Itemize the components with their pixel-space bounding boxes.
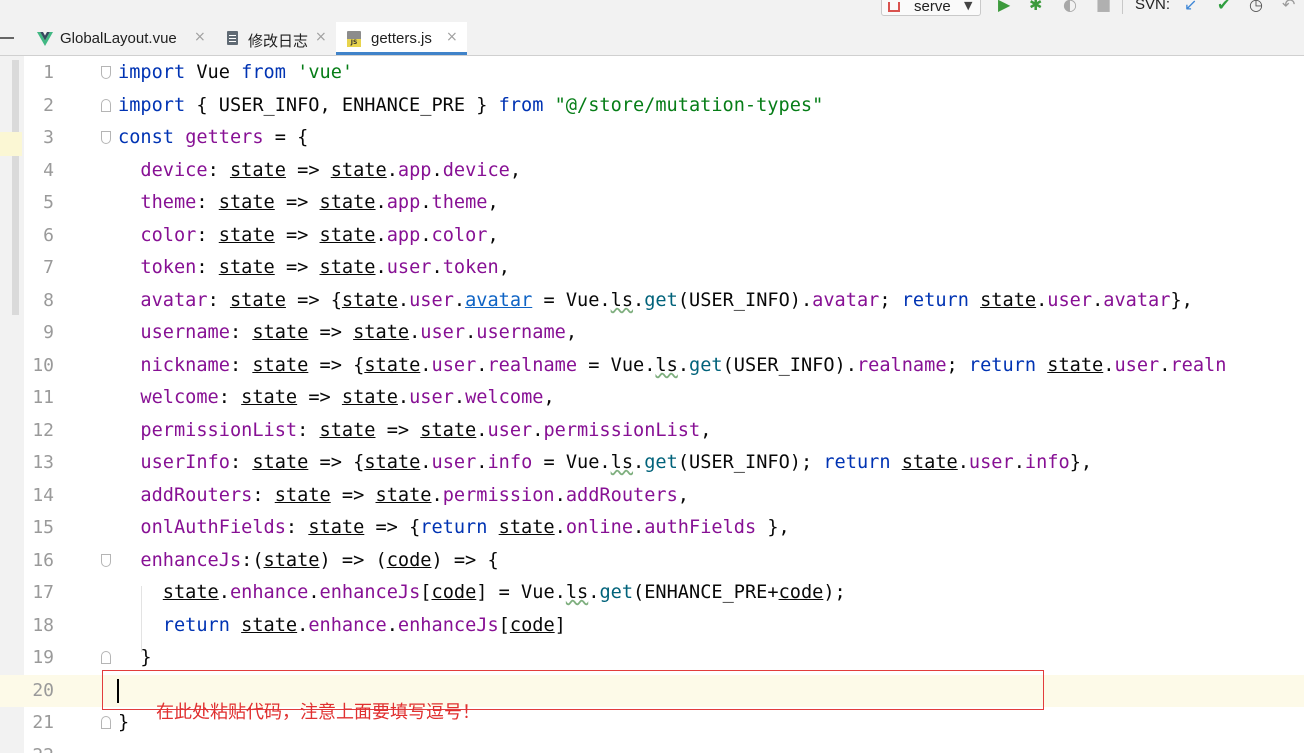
fold-marker-icon[interactable] [101, 554, 111, 567]
code-text: color: state => state.app.color, [140, 225, 499, 246]
run-configuration-label: serve [914, 0, 951, 15]
code-line[interactable]: 6 color: state => state.app.color, [0, 220, 1304, 252]
line-number: 10 [32, 355, 54, 376]
tab-label: getters.js [371, 30, 432, 47]
code-text: return state.enhance.enhanceJs[code] [162, 615, 566, 636]
revert-icon[interactable]: ↶ [1282, 0, 1295, 13]
code-line[interactable]: 4 device: state => state.app.device, [0, 155, 1304, 187]
run-configuration-dropdown[interactable]: serve ▼ [881, 0, 981, 16]
svn-update-icon[interactable]: ↙ [1184, 0, 1197, 13]
code-text: import { USER_INFO, ENHANCE_PRE } from "… [118, 95, 824, 116]
line-number: 5 [43, 192, 54, 213]
code-text: onlAuthFields: state => {return state.on… [140, 517, 790, 538]
code-line[interactable]: 1 import Vue from 'vue' [0, 57, 1304, 89]
code-text: token: state => state.user.token, [140, 257, 510, 278]
fold-marker-icon[interactable] [101, 99, 111, 112]
close-tab-icon[interactable]: × [446, 29, 458, 45]
line-number: 7 [43, 257, 54, 278]
line-number: 14 [32, 485, 54, 506]
main-toolbar: serve ▼ ▶ ✱ ◐ ■ SVN: ↙ ✔ ◷ ↶ [0, 0, 1304, 22]
line-number: 19 [32, 647, 54, 668]
toolbar-separator [1122, 0, 1123, 14]
vue-file-icon [37, 32, 53, 46]
editor-tab-bar: GlobalLayout.vue × 修改日志 × JS getters.js … [0, 22, 1304, 56]
annotation-text: 在此处粘贴代码，注意上面要填写逗号！ [156, 702, 480, 723]
fold-marker-icon[interactable] [101, 66, 111, 79]
coverage-icon[interactable]: ◐ [1063, 0, 1077, 13]
fold-marker-icon[interactable] [101, 651, 111, 664]
code-line[interactable]: 13 userInfo: state => {state.user.info =… [0, 447, 1304, 479]
line-number: 3 [43, 127, 54, 148]
code-text: theme: state => state.app.theme, [140, 192, 499, 213]
code-text: } [118, 712, 130, 733]
code-text: userInfo: state => {state.user.info = Vu… [140, 452, 1093, 473]
code-text: permissionList: state => state.user.perm… [140, 420, 712, 441]
code-line[interactable]: 10 nickname: state => {state.user.realna… [0, 350, 1304, 382]
collapse-marker [0, 37, 14, 39]
line-number: 2 [43, 95, 54, 116]
text-file-icon [227, 31, 238, 45]
code-text: nickname: state => {state.user.realname … [140, 355, 1227, 376]
code-text: const getters = { [118, 127, 309, 148]
fold-marker-icon[interactable] [101, 131, 111, 144]
code-text: username: state => state.user.username, [140, 322, 578, 343]
code-editor[interactable]: 1 import Vue from 'vue' 2 import { USER_… [0, 56, 1304, 753]
svn-label: SVN: [1135, 0, 1171, 13]
code-text: state.enhance.enhanceJs[code] = Vue.ls.g… [162, 582, 846, 603]
chevron-down-icon: ▼ [964, 0, 973, 12]
code-text: avatar: state => {state.user.avatar = Vu… [140, 290, 1193, 311]
line-number: 8 [43, 290, 54, 311]
line-number: 9 [43, 322, 54, 343]
line-number: 13 [32, 452, 54, 473]
code-line[interactable]: 22 [0, 740, 1304, 753]
code-text: addRouters: state => state.permission.ad… [140, 485, 689, 506]
run-icon[interactable]: ▶ [998, 0, 1010, 13]
code-line[interactable]: 12 permissionList: state => state.user.p… [0, 415, 1304, 447]
tab-label: 修改日志 [248, 33, 309, 50]
js-file-icon: JS [347, 31, 361, 47]
code-line[interactable]: 16 enhanceJs:(state) => (code) => { [0, 545, 1304, 577]
code-line[interactable]: 8 avatar: state => {state.user.avatar = … [0, 285, 1304, 317]
line-number: 21 [32, 712, 54, 733]
line-number: 11 [32, 387, 54, 408]
code-line[interactable]: 3 const getters = { [0, 122, 1304, 154]
svn-commit-icon[interactable]: ✔ [1217, 0, 1230, 13]
code-text: welcome: state => state.user.welcome, [140, 387, 555, 408]
line-number: 22 [24, 740, 54, 753]
tab-global-layout-vue[interactable]: GlobalLayout.vue × [28, 22, 214, 55]
tab-label: GlobalLayout.vue [60, 30, 177, 47]
code-text: device: state => state.app.device, [140, 160, 522, 181]
line-number: 16 [32, 550, 54, 571]
code-text: import Vue from 'vue' [118, 62, 354, 83]
tab-getters-js[interactable]: JS getters.js × [336, 22, 467, 55]
line-number: 12 [32, 420, 54, 441]
code-line[interactable]: 14 addRouters: state => state.permission… [0, 480, 1304, 512]
line-number: 4 [43, 160, 54, 181]
close-tab-icon[interactable]: × [315, 29, 327, 45]
line-number: 17 [32, 582, 54, 603]
code-text: enhanceJs:(state) => (code) => { [140, 550, 499, 571]
npm-config-icon [888, 2, 900, 12]
line-number: 6 [43, 225, 54, 246]
stop-icon[interactable]: ■ [1096, 0, 1111, 13]
line-number: 20 [32, 680, 54, 701]
code-line[interactable]: 5 theme: state => state.app.theme, [0, 187, 1304, 219]
code-line[interactable]: 7 token: state => state.user.token, [0, 252, 1304, 284]
code-line[interactable]: 2 import { USER_INFO, ENHANCE_PRE } from… [0, 90, 1304, 122]
close-tab-icon[interactable]: × [194, 29, 206, 45]
code-line[interactable]: 15 onlAuthFields: state => {return state… [0, 512, 1304, 544]
code-line[interactable]: 9 username: state => state.user.username… [0, 317, 1304, 349]
code-line[interactable]: 11 welcome: state => state.user.welcome, [0, 382, 1304, 414]
line-number: 1 [43, 62, 54, 83]
fold-marker-icon[interactable] [101, 716, 111, 729]
code-line[interactable]: 17 state.enhance.enhanceJs[code] = Vue.l… [0, 577, 1304, 609]
debug-icon[interactable]: ✱ [1029, 0, 1042, 13]
line-number: 15 [32, 517, 54, 538]
tab-change-log[interactable]: 修改日志 × [214, 22, 336, 55]
history-icon[interactable]: ◷ [1249, 0, 1263, 13]
code-line[interactable]: 18 return state.enhance.enhanceJs[code] [0, 610, 1304, 642]
line-number: 18 [32, 615, 54, 636]
